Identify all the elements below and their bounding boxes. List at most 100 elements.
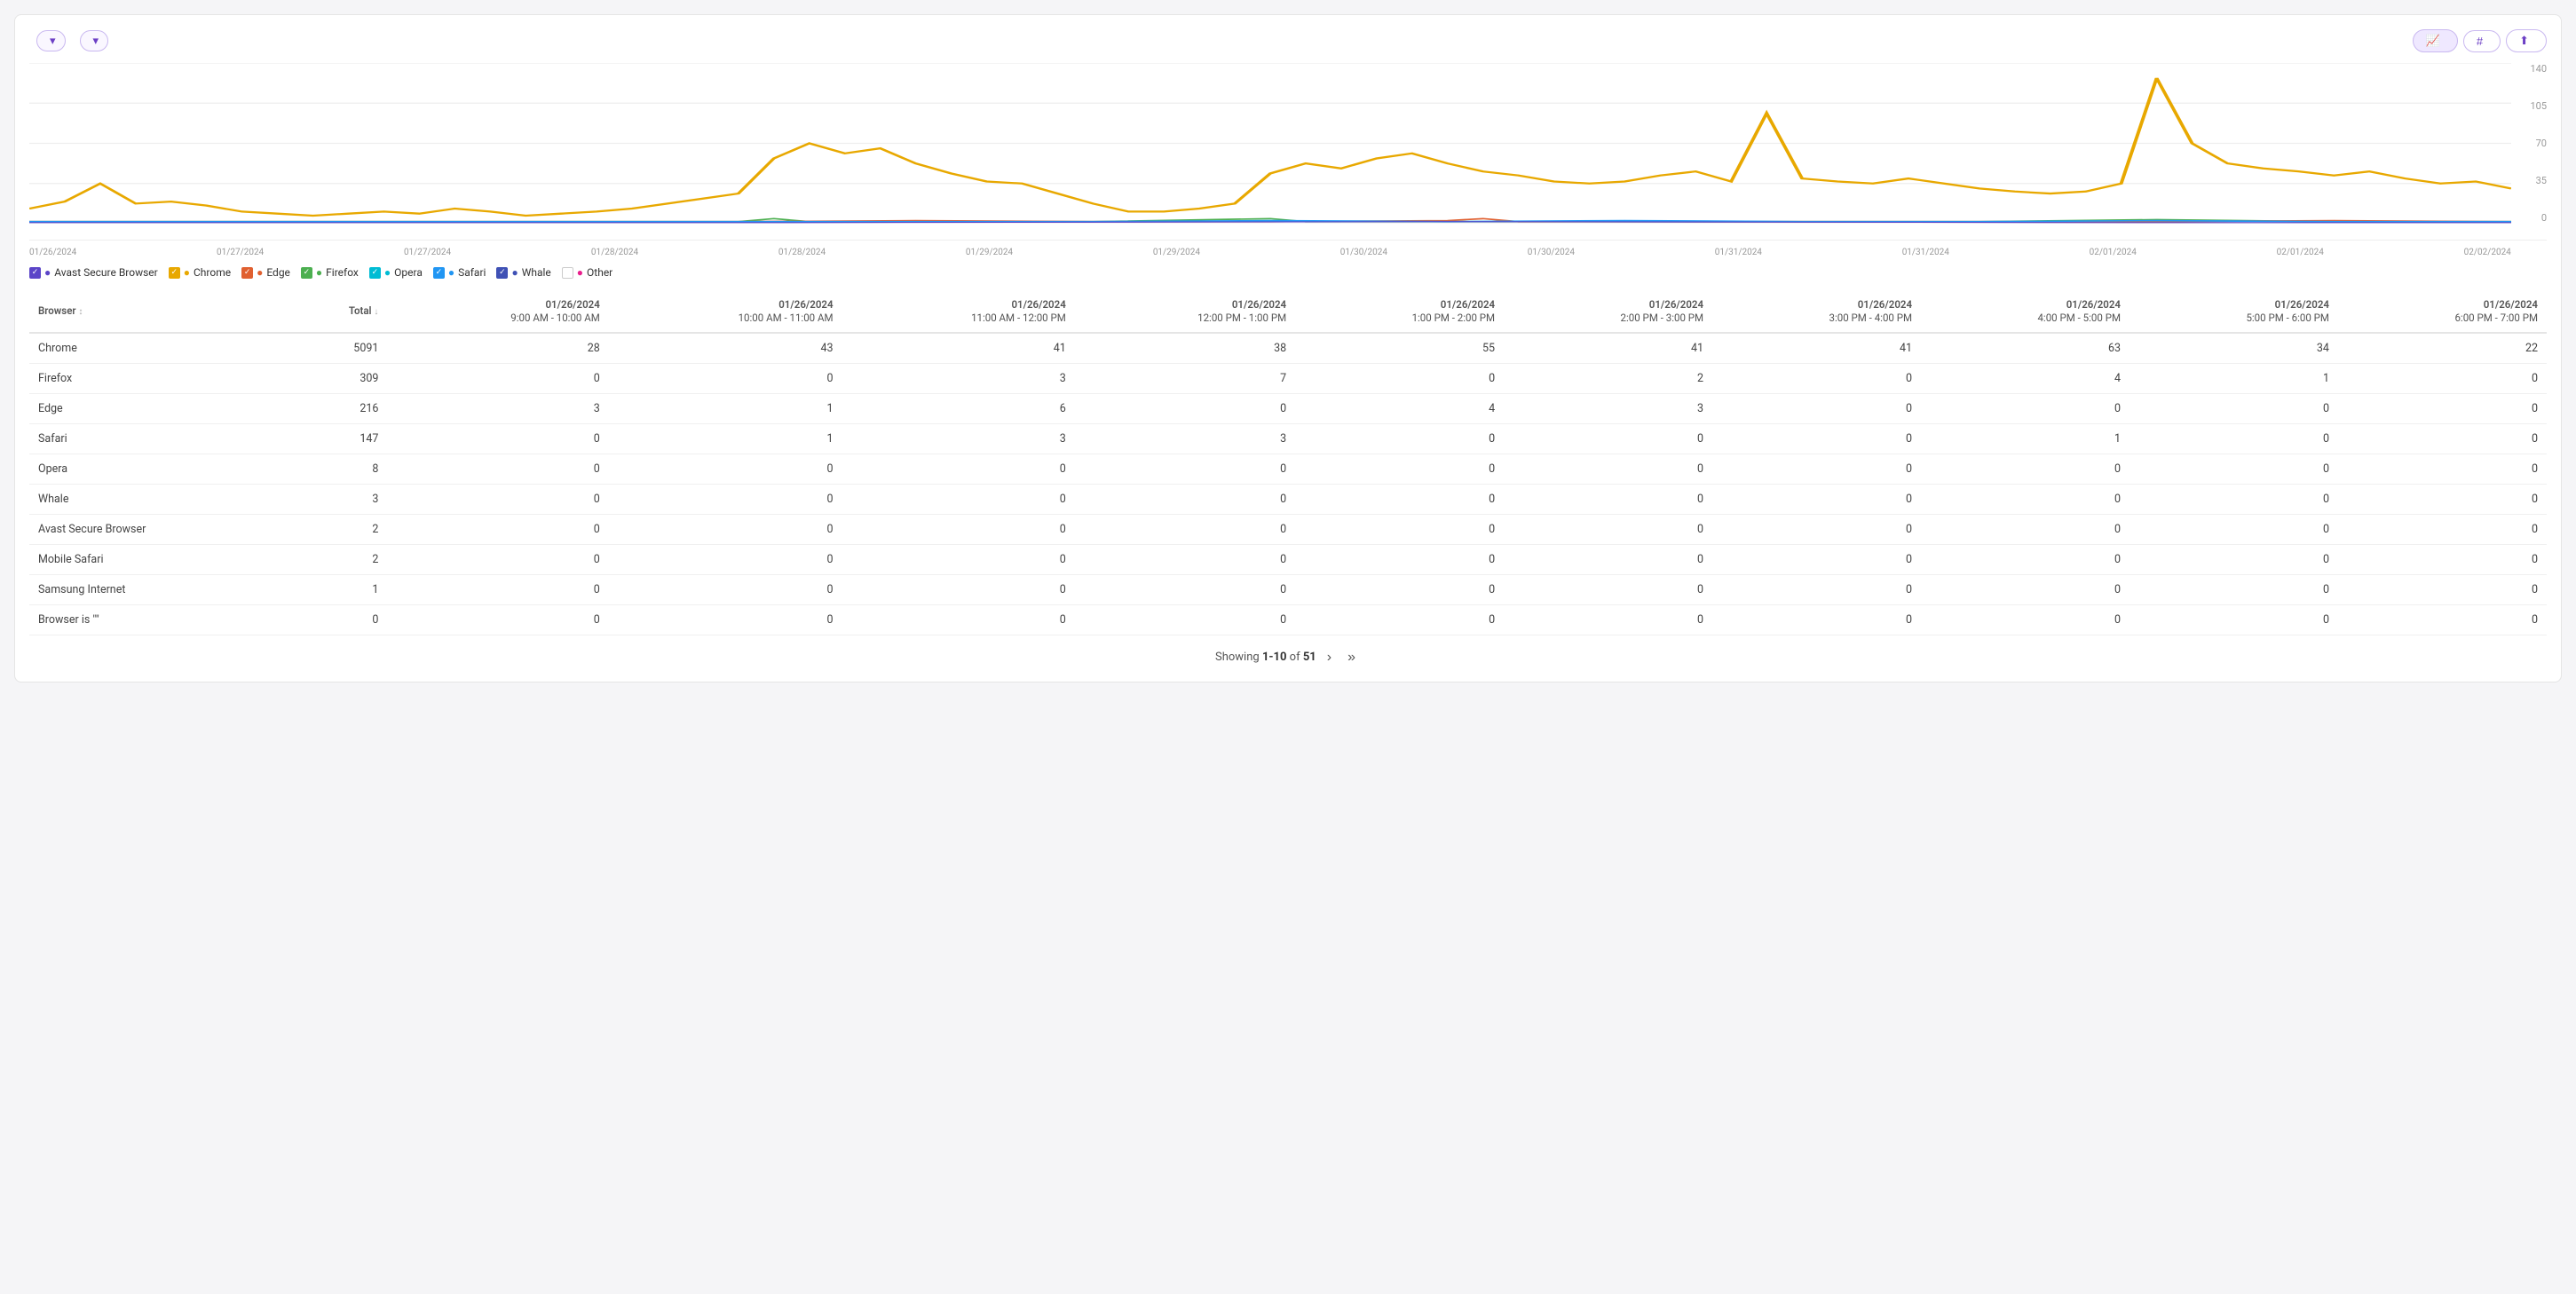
legend-item-avast[interactable]: ✓ ● Avast Secure Browser bbox=[29, 266, 158, 279]
cell-col2: 0 bbox=[609, 604, 842, 635]
cell-browser: Samsung Internet bbox=[29, 574, 289, 604]
legend-label-edge: Edge bbox=[266, 266, 290, 279]
cell-col4: 0 bbox=[1075, 514, 1295, 544]
col-4: 01/26/202412:00 PM - 1:00 PM bbox=[1075, 291, 1295, 333]
table-row: Samsung Internet10000000000 bbox=[29, 574, 2547, 604]
cell-col7: 0 bbox=[1712, 514, 1921, 544]
cell-col2: 43 bbox=[609, 333, 842, 364]
chart-button[interactable]: 📈 bbox=[2413, 29, 2458, 52]
cell-col3: 0 bbox=[842, 604, 1075, 635]
cell-browser: Browser is "" bbox=[29, 604, 289, 635]
number-button[interactable]: # bbox=[2463, 30, 2501, 52]
export-icon: ⬆ bbox=[2519, 34, 2529, 48]
granularity-filter[interactable]: ▾ bbox=[80, 30, 109, 51]
table-row: Firefox3090037020410 bbox=[29, 363, 2547, 393]
cell-col3: 3 bbox=[842, 363, 1075, 393]
legend-label-firefox: Firefox bbox=[326, 266, 359, 279]
legend-label-avast: Avast Secure Browser bbox=[54, 266, 157, 279]
cell-col7: 0 bbox=[1712, 544, 1921, 574]
cell-col6: 2 bbox=[1504, 363, 1712, 393]
chevron-down-icon: ▾ bbox=[50, 34, 56, 48]
chart-svg bbox=[29, 63, 2511, 224]
legend-item-opera[interactable]: ✓ ● Opera bbox=[369, 266, 423, 279]
cell-total: 0 bbox=[289, 604, 388, 635]
col-browser[interactable]: Browser ↕ bbox=[29, 291, 289, 333]
cell-col2: 1 bbox=[609, 393, 842, 423]
edge-checkbox[interactable]: ✓ bbox=[241, 267, 253, 279]
cell-col5: 0 bbox=[1295, 604, 1504, 635]
opera-checkbox[interactable]: ✓ bbox=[369, 267, 381, 279]
safari-checkbox[interactable]: ✓ bbox=[433, 267, 445, 279]
table-row: Opera80000000000 bbox=[29, 454, 2547, 484]
firefox-checkbox[interactable]: ✓ bbox=[301, 267, 312, 279]
cell-col3: 0 bbox=[842, 514, 1075, 544]
header-row: ▾ ▾ 📈 # ⬆ bbox=[29, 29, 2547, 52]
legend-label-safari: Safari bbox=[458, 266, 486, 279]
cell-col6: 0 bbox=[1504, 574, 1712, 604]
cell-col7: 0 bbox=[1712, 484, 1921, 514]
cell-col7: 0 bbox=[1712, 423, 1921, 454]
cell-col3: 6 bbox=[842, 393, 1075, 423]
cell-browser: Chrome bbox=[29, 333, 289, 364]
next-page-button[interactable]: › bbox=[1322, 648, 1337, 667]
cell-col5: 4 bbox=[1295, 393, 1504, 423]
cell-col8: 0 bbox=[1921, 514, 2130, 544]
col-3: 01/26/202411:00 AM - 12:00 PM bbox=[842, 291, 1075, 333]
cell-col8: 0 bbox=[1921, 574, 2130, 604]
cell-col9: 1 bbox=[2130, 363, 2338, 393]
other-checkbox[interactable] bbox=[562, 267, 573, 279]
cell-col6: 0 bbox=[1504, 604, 1712, 635]
legend-item-firefox[interactable]: ✓ ● Firefox bbox=[301, 266, 359, 279]
cell-total: 147 bbox=[289, 423, 388, 454]
cell-col2: 0 bbox=[609, 454, 842, 484]
cell-col1: 3 bbox=[387, 393, 608, 423]
cell-col7: 41 bbox=[1712, 333, 1921, 364]
cell-col2: 0 bbox=[609, 363, 842, 393]
legend-item-safari[interactable]: ✓ ● Safari bbox=[433, 266, 486, 279]
cell-total: 309 bbox=[289, 363, 388, 393]
last-page-button[interactable]: » bbox=[1342, 648, 1361, 667]
opera-icon: ● bbox=[384, 266, 391, 279]
cell-col1: 0 bbox=[387, 363, 608, 393]
export-button[interactable]: ⬆ bbox=[2506, 29, 2547, 52]
cell-col3: 0 bbox=[842, 454, 1075, 484]
legend: ✓ ● Avast Secure Browser ✓ ● Chrome ✓ ● … bbox=[29, 266, 2547, 279]
showing-label: Showing 1-10 of 51 bbox=[1215, 651, 1316, 664]
cell-col1: 28 bbox=[387, 333, 608, 364]
cell-col7: 0 bbox=[1712, 454, 1921, 484]
time-range-filter[interactable]: ▾ bbox=[36, 30, 66, 51]
cell-col9: 0 bbox=[2130, 574, 2338, 604]
legend-item-other[interactable]: ● Other bbox=[562, 266, 612, 279]
chrome-checkbox[interactable]: ✓ bbox=[169, 267, 180, 279]
cell-col6: 41 bbox=[1504, 333, 1712, 364]
cell-col5: 0 bbox=[1295, 544, 1504, 574]
table-row: Whale30000000000 bbox=[29, 484, 2547, 514]
cell-col5: 0 bbox=[1295, 574, 1504, 604]
cell-col5: 55 bbox=[1295, 333, 1504, 364]
legend-label-whale: Whale bbox=[522, 266, 551, 279]
cell-browser: Avast Secure Browser bbox=[29, 514, 289, 544]
legend-item-chrome[interactable]: ✓ ● Chrome bbox=[169, 266, 231, 279]
cell-total: 216 bbox=[289, 393, 388, 423]
hash-icon: # bbox=[2477, 35, 2483, 48]
data-table: Browser ↕ Total ↓ 01/26/20249:00 AM - 10… bbox=[29, 291, 2547, 635]
cell-col2: 0 bbox=[609, 544, 842, 574]
cell-col6: 0 bbox=[1504, 544, 1712, 574]
legend-item-edge[interactable]: ✓ ● Edge bbox=[241, 266, 290, 279]
cell-col10: 0 bbox=[2338, 544, 2547, 574]
cell-col7: 0 bbox=[1712, 363, 1921, 393]
col-total[interactable]: Total ↓ bbox=[289, 291, 388, 333]
whale-checkbox[interactable]: ✓ bbox=[496, 267, 508, 279]
col-1: 01/26/20249:00 AM - 10:00 AM bbox=[387, 291, 608, 333]
avast-checkbox[interactable]: ✓ bbox=[29, 267, 41, 279]
cell-col4: 0 bbox=[1075, 574, 1295, 604]
legend-label-opera: Opera bbox=[394, 266, 423, 279]
legend-item-whale[interactable]: ✓ ● Whale bbox=[496, 266, 550, 279]
cell-col3: 3 bbox=[842, 423, 1075, 454]
cell-col9: 0 bbox=[2130, 514, 2338, 544]
cell-col2: 1 bbox=[609, 423, 842, 454]
cell-col4: 3 bbox=[1075, 423, 1295, 454]
cell-col7: 0 bbox=[1712, 574, 1921, 604]
cell-col10: 22 bbox=[2338, 333, 2547, 364]
sort-icon-total: ↓ bbox=[374, 307, 378, 317]
